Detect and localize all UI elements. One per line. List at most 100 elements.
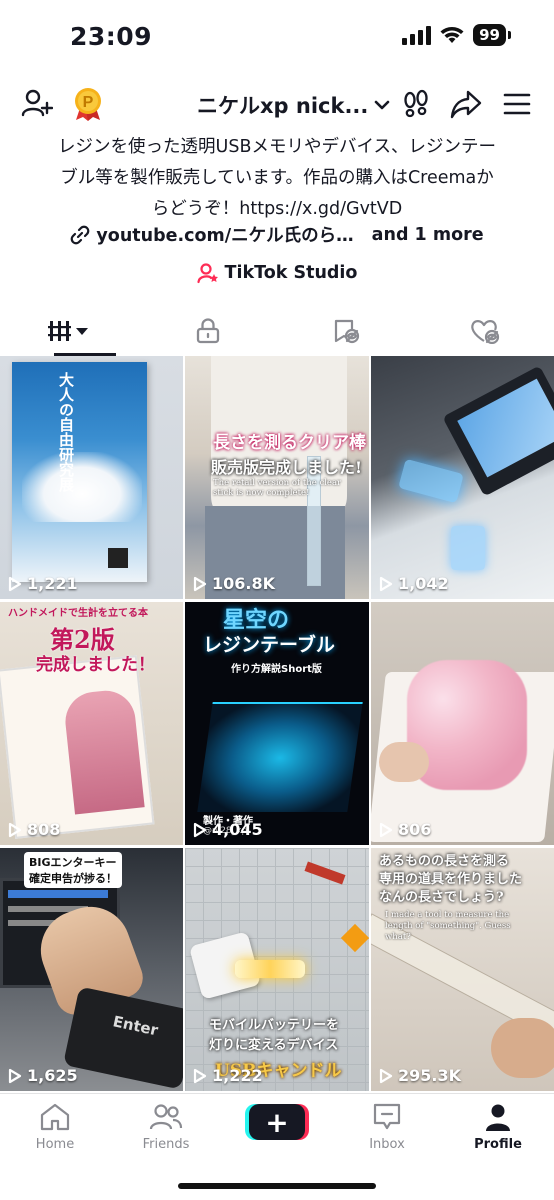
tab-favorites[interactable] — [277, 306, 416, 356]
bio-line: らどうぞ！https://x.gd/GvtVD — [151, 199, 403, 219]
add-friend-button[interactable] — [20, 86, 54, 120]
nav-profile-label: Profile — [474, 1137, 522, 1152]
video-thumbnail[interactable]: 1,042 — [371, 356, 554, 599]
play-icon — [193, 822, 207, 837]
play-icon — [8, 822, 22, 837]
poster-title: 大人の自由研究展 — [57, 372, 75, 492]
video-caption: レジンテーブル — [203, 634, 335, 656]
account-switcher[interactable]: ニケルxp nick... — [197, 90, 390, 120]
tab-liked[interactable] — [416, 306, 554, 356]
play-icon — [8, 576, 22, 591]
caption-box: BIGエンターキー 確定申告が捗る！ — [24, 852, 122, 888]
share-arrow-icon — [450, 90, 482, 119]
nav-friends[interactable]: Friends — [121, 1102, 211, 1152]
nav-home-label: Home — [35, 1137, 75, 1152]
lock-icon — [196, 318, 219, 344]
tab-videos[interactable] — [0, 306, 139, 356]
plus-icon: + — [265, 1105, 289, 1139]
video-thumbnail[interactable]: ハンドメイドで生計を立てる本 第2版 完成しました！ 808 — [0, 602, 183, 845]
username: ニケルxp nick... — [197, 94, 369, 118]
hamburger-menu-icon — [503, 93, 531, 115]
bookmark-hidden-icon — [335, 319, 360, 344]
chevron-down-icon — [375, 100, 390, 110]
tiktok-studio-label: TikTok Studio — [224, 263, 358, 283]
nav-inbox[interactable]: Inbox — [342, 1102, 432, 1152]
video-thumbnail[interactable]: 長さを測るクリア棒 販売版完成しました! The retail version … — [185, 356, 369, 599]
share-button[interactable] — [449, 88, 483, 120]
video-grid: 大人の自由研究展 1,221 長さを測るクリア棒 販売版完成しました! The … — [0, 356, 554, 1093]
enter-key: Enter — [62, 986, 183, 1090]
video-caption: 専用の道具を作りました — [379, 872, 523, 887]
play-icon — [8, 1068, 22, 1083]
video-caption: ハンドメイドで生計を立てる本 — [8, 608, 148, 619]
grid-bars-icon — [48, 321, 89, 341]
svg-text:P: P — [83, 94, 94, 111]
poster-image: 大人の自由研究展 — [12, 362, 147, 582]
tab-private[interactable] — [139, 306, 278, 356]
view-count: 1,042 — [379, 574, 449, 593]
video-caption-en: I made a tool to measure the length of "… — [385, 910, 511, 942]
status-icons: 99 — [402, 24, 511, 46]
view-count: 4,045 — [193, 820, 263, 839]
friends-icon — [149, 1104, 183, 1130]
video-caption: あるものの長さを測る — [379, 854, 510, 869]
video-caption: 販売版完成しました! — [211, 458, 363, 477]
nav-friends-label: Friends — [142, 1137, 190, 1152]
bio-line: ブル等を製作販売しています。作品の購入はCreemaか — [60, 168, 494, 188]
add-user-icon — [21, 89, 53, 117]
video-caption: 長さを測るクリア棒 — [213, 433, 366, 453]
video-thumbnail[interactable]: あるものの長さを測る 専用の道具を作りました なんの長さでしょう? I made… — [371, 848, 554, 1091]
more-links-text[interactable]: and 1 more — [372, 225, 484, 245]
wifi-icon — [440, 27, 464, 43]
nav-profile[interactable]: Profile — [453, 1102, 543, 1152]
view-count: 295.3K — [379, 1066, 461, 1085]
battery-indicator: 99 — [473, 24, 511, 46]
home-indicator — [178, 1183, 376, 1189]
video-caption: なんの長さでしょう? — [379, 890, 504, 905]
video-thumbnail[interactable]: 806 — [371, 602, 554, 845]
qr-code — [108, 548, 128, 568]
profile-bio: レジンを使った透明USBメモリやデバイス、レジンテー ブル等を製作販売しています… — [40, 132, 514, 225]
video-thumbnail[interactable]: Enter BIGエンターキー 確定申告が捗る！ 1,625 — [0, 848, 183, 1091]
heart-hidden-icon — [470, 320, 499, 344]
view-count: 806 — [379, 820, 431, 839]
video-thumbnail[interactable]: 星空の レジンテーブル 作り方解説Short版 製作・著作 @ni28_xp 4… — [185, 602, 369, 845]
profile-tabs — [0, 306, 554, 356]
view-count: 1,221 — [8, 574, 78, 593]
nav-inbox-label: Inbox — [369, 1137, 405, 1152]
bio-line: レジンを使った透明USBメモリやデバイス、レジンテー — [58, 137, 496, 157]
profile-link-text[interactable]: youtube.com/ニケル氏のら… — [96, 222, 353, 247]
status-time: 23:09 — [70, 22, 153, 51]
play-icon — [379, 1068, 393, 1083]
link-icon — [71, 225, 90, 244]
footprints-icon — [404, 89, 428, 118]
video-caption: BIGエンターキー — [29, 856, 117, 869]
menu-button[interactable] — [502, 88, 532, 120]
play-icon — [379, 576, 393, 591]
tiktok-studio-icon — [196, 263, 218, 284]
video-thumbnail[interactable]: モバイルバッテリーを 灯りに変えるデバイス USBキャンドル 1,222 — [185, 848, 369, 1091]
play-icon — [193, 576, 207, 591]
create-button[interactable]: + — [249, 1104, 305, 1140]
badge-button[interactable]: P — [70, 86, 106, 122]
nav-home[interactable]: Home — [10, 1102, 100, 1152]
video-thumbnail[interactable]: 大人の自由研究展 1,221 — [0, 356, 183, 599]
video-caption: 確定申告が捗る！ — [29, 872, 117, 885]
view-count: 1,222 — [193, 1066, 263, 1085]
play-icon — [379, 822, 393, 837]
status-bar: 23:09 99 — [0, 0, 554, 72]
video-caption: 完成しました！ — [36, 655, 155, 675]
footprints-button[interactable] — [400, 88, 432, 120]
key-label: Enter — [111, 1012, 160, 1040]
play-icon — [193, 1068, 207, 1083]
book-cover — [0, 655, 155, 839]
profile-icon — [486, 1104, 510, 1131]
profile-links[interactable]: youtube.com/ニケル氏のら… and 1 more — [0, 222, 554, 247]
inbox-icon — [373, 1103, 401, 1130]
tiktok-studio-link[interactable]: TikTok Studio — [0, 262, 554, 284]
points-badge-icon: P — [75, 88, 101, 121]
view-count: 106.8K — [193, 574, 275, 593]
cellular-signal-icon — [402, 25, 432, 45]
video-caption: 作り方解説Short版 — [231, 664, 322, 675]
view-count: 808 — [8, 820, 60, 839]
